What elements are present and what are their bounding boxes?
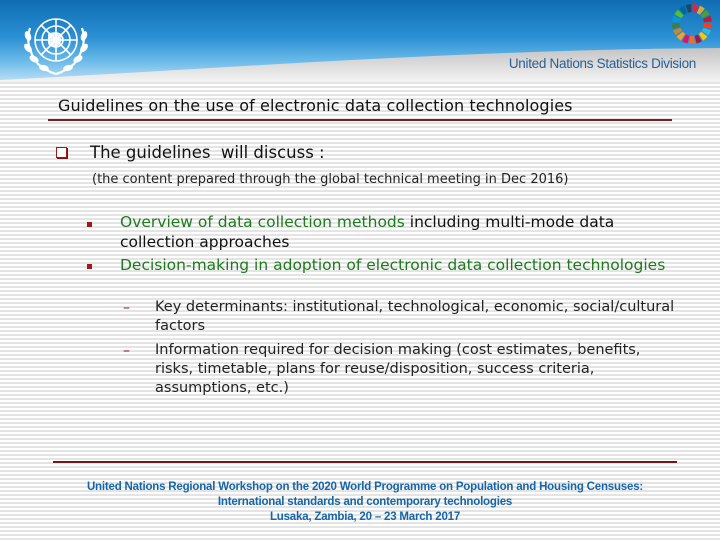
title-underline bbox=[48, 119, 672, 121]
slide-title: Guidelines on the use of electronic data… bbox=[58, 96, 573, 115]
footer: United Nations Regional Workshop on the … bbox=[40, 480, 690, 525]
footer-divider bbox=[53, 461, 677, 463]
sub-list-item: Information required for decision making… bbox=[155, 342, 641, 396]
note-text: (the content prepared through the global… bbox=[92, 172, 569, 187]
list-item: Overview of data collection methods incl… bbox=[120, 213, 680, 252]
list-item: Decision-making in adoption of electroni… bbox=[120, 256, 680, 276]
dash-bullet-icon: – bbox=[123, 300, 130, 316]
sdg-wheel-icon bbox=[672, 4, 712, 44]
sdg-wheel-segment bbox=[672, 22, 681, 29]
footer-line-subtitle: International standards and contemporary… bbox=[217, 496, 513, 508]
header-banner: United Nations Statistics Division bbox=[0, 0, 720, 82]
square-bullet-icon bbox=[87, 222, 92, 227]
dash-bullet-icon: – bbox=[123, 343, 130, 359]
footer-line-event: United Nations Regional Workshop on the … bbox=[86, 481, 644, 493]
division-name: United Nations Statistics Division bbox=[508, 56, 696, 71]
un-emblem-icon bbox=[24, 18, 88, 76]
sdg-wheel-segment bbox=[689, 35, 695, 44]
footer-line-location: Lusaka, Zambia, 20 – 23 March 2017 bbox=[269, 511, 461, 523]
lead-text: The guidelines will discuss : bbox=[90, 143, 325, 162]
sub-list-item: Key determinants: institutional, technol… bbox=[155, 299, 675, 334]
list-item-highlight: Decision-making in adoption of electroni… bbox=[120, 256, 666, 274]
list-item-highlight: Overview of data collection methods bbox=[120, 213, 405, 231]
checkbox-bullet-icon bbox=[56, 147, 67, 158]
sdg-wheel-segment bbox=[703, 22, 712, 29]
square-bullet-icon bbox=[87, 264, 92, 269]
